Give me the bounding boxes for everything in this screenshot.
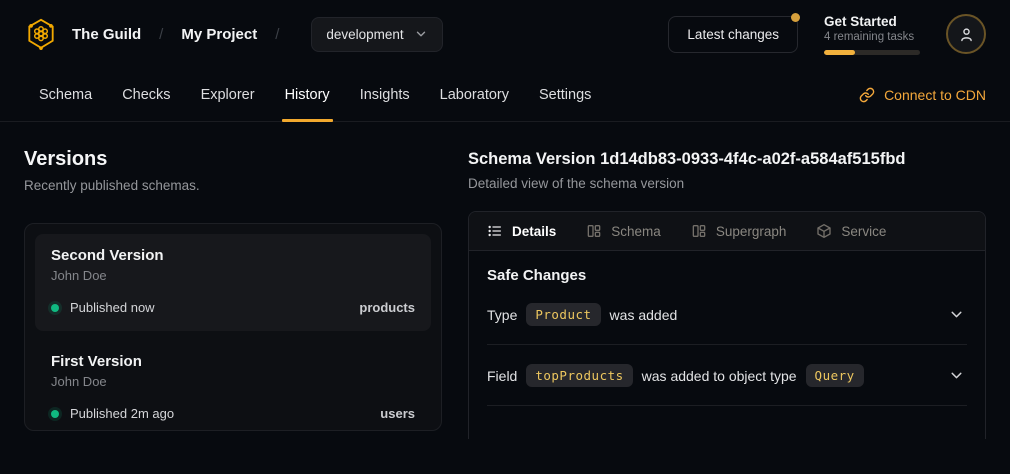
breadcrumb-project[interactable]: My Project [181,26,257,43]
tab-settings[interactable]: Settings [524,68,606,121]
tab-schema[interactable]: Schema [24,68,107,121]
version-name: First Version [51,353,415,370]
detail-tabs: Details Schema Supergr [469,212,985,251]
published-status-dot [51,410,59,418]
version-name: Second Version [51,247,415,264]
user-menu-button[interactable] [946,14,986,54]
tab-label: Schema [611,224,661,239]
cube-icon [816,223,832,239]
get-started-progressbar [824,50,920,55]
chevron-down-icon [414,27,428,41]
versions-subtitle: Recently published schemas. [24,178,442,193]
link-icon [859,87,875,103]
target-selector-value: development [326,27,403,42]
versions-list: Second Version John Doe Published now pr… [24,223,442,431]
version-detail-card: Details Schema Supergr [468,211,986,439]
tab-service[interactable]: Service [816,223,886,239]
tab-insights[interactable]: Insights [345,68,425,121]
safe-changes-title: Safe Changes [487,267,967,284]
tab-checks[interactable]: Checks [107,68,185,121]
latest-changes-button[interactable]: Latest changes [668,16,798,53]
change-text: was added to object type [642,368,797,384]
change-text: Type [487,307,517,323]
columns-icon [586,223,602,239]
breadcrumb-org[interactable]: The Guild [72,26,141,43]
get-started-subtitle: 4 remaining tasks [824,31,920,43]
list-icon [487,223,503,239]
app-header: The Guild / My Project / development Lat… [0,0,1010,68]
tab-history[interactable]: History [270,68,345,121]
version-author: John Doe [51,374,415,389]
progress-fill [824,50,855,55]
tab-schema-view[interactable]: Schema [586,223,661,239]
get-started-widget[interactable]: Get Started 4 remaining tasks [824,14,920,55]
change-text: Field [487,368,517,384]
tab-label: Details [512,224,556,239]
published-time: Published now [70,300,155,315]
project-nav: Schema Checks Explorer History Insights … [0,68,1010,122]
connect-to-cdn-button[interactable]: Connect to CDN [859,68,986,121]
change-text: was added [610,307,678,323]
published-status-dot [51,304,59,312]
tab-supergraph[interactable]: Supergraph [691,223,787,239]
breadcrumb-separator: / [271,26,283,43]
tab-label: Supergraph [716,224,787,239]
version-list-item[interactable]: Second Version John Doe Published now pr… [35,234,431,331]
connect-to-cdn-label: Connect to CDN [884,87,986,103]
tab-explorer[interactable]: Explorer [186,68,270,121]
notification-dot [791,13,800,22]
service-name: products [359,300,415,315]
version-list-item[interactable]: First Version John Doe Published 2m ago … [35,340,431,437]
hive-logo-icon[interactable] [24,17,58,51]
columns-icon [691,223,707,239]
user-icon [958,26,975,43]
chevron-down-icon[interactable] [948,367,965,384]
safe-changes-section: Safe Changes Type Product was added Fiel… [469,251,985,406]
chevron-down-icon[interactable] [948,306,965,323]
version-author: John Doe [51,268,415,283]
latest-changes-label: Latest changes [687,27,779,42]
breadcrumb-separator: / [155,26,167,43]
versions-panel: Versions Recently published schemas. Sec… [24,148,442,439]
code-chip: Query [806,364,864,387]
main-content: Versions Recently published schemas. Sec… [0,122,1010,439]
published-time: Published 2m ago [70,406,174,421]
code-chip: topProducts [526,364,632,387]
code-chip: Product [526,303,600,326]
target-selector-dropdown[interactable]: development [311,17,442,52]
tab-label: Service [841,224,886,239]
service-name: users [380,406,415,421]
breadcrumb: The Guild / My Project / development [24,17,443,52]
versions-title: Versions [24,148,442,171]
tab-laboratory[interactable]: Laboratory [425,68,524,121]
get-started-title: Get Started [824,14,920,29]
schema-version-subtitle: Detailed view of the schema version [468,176,986,191]
tab-details[interactable]: Details [487,223,556,239]
schema-version-title: Schema Version 1d14db83-0933-4f4c-a02f-a… [468,150,986,169]
change-row[interactable]: Type Product was added [487,284,967,345]
schema-version-detail: Schema Version 1d14db83-0933-4f4c-a02f-a… [468,148,986,439]
change-row[interactable]: Field topProducts was added to object ty… [487,345,967,406]
